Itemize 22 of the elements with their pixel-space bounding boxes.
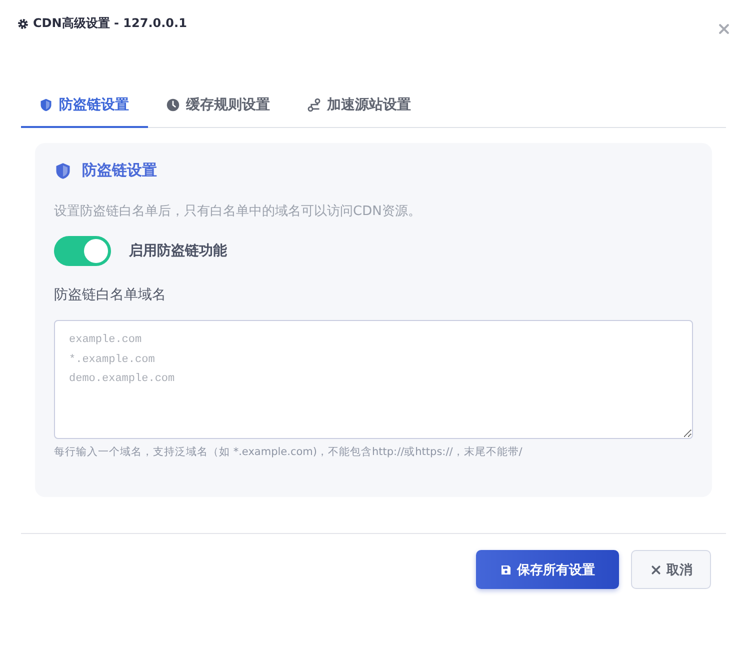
clock-icon xyxy=(166,98,180,112)
tab[interactable]: 防盗链设置 xyxy=(21,84,148,128)
shield-icon xyxy=(39,98,53,112)
description: 设置防盗链白名单后，只有白名单中的域名可以访问CDN资源。 xyxy=(54,203,422,220)
save-button[interactable]: 保存所有设置 xyxy=(476,550,619,589)
cancel-button[interactable]: 取消 xyxy=(631,550,711,589)
field-hint: 每行输入一个域名，支持泛域名（如 *.example.com)，不能包含http://或https://，末尾不能带/ xyxy=(54,445,524,459)
toggle-label: 启用防盗链功能 xyxy=(129,242,227,260)
close-button[interactable] xyxy=(717,22,731,36)
section-title: 防盗链设置 xyxy=(82,161,157,180)
toggle-switch[interactable] xyxy=(54,236,111,266)
domain-whitelist-field[interactable]: example.com *.example.com demo.example.com xyxy=(54,320,693,439)
route-icon xyxy=(307,98,321,112)
field-label: 防盗链白名单域名 xyxy=(54,286,167,304)
window-title: CDN高级设置 - 127.0.0.1 xyxy=(33,15,187,32)
tab[interactable]: 缓存规则设置 xyxy=(148,84,289,128)
close-icon xyxy=(717,22,731,36)
gear-icon xyxy=(17,18,29,30)
tab[interactable]: 加速源站设置 xyxy=(289,84,430,128)
save-icon xyxy=(500,564,512,576)
close-icon xyxy=(650,564,662,576)
shield-icon xyxy=(54,162,72,180)
